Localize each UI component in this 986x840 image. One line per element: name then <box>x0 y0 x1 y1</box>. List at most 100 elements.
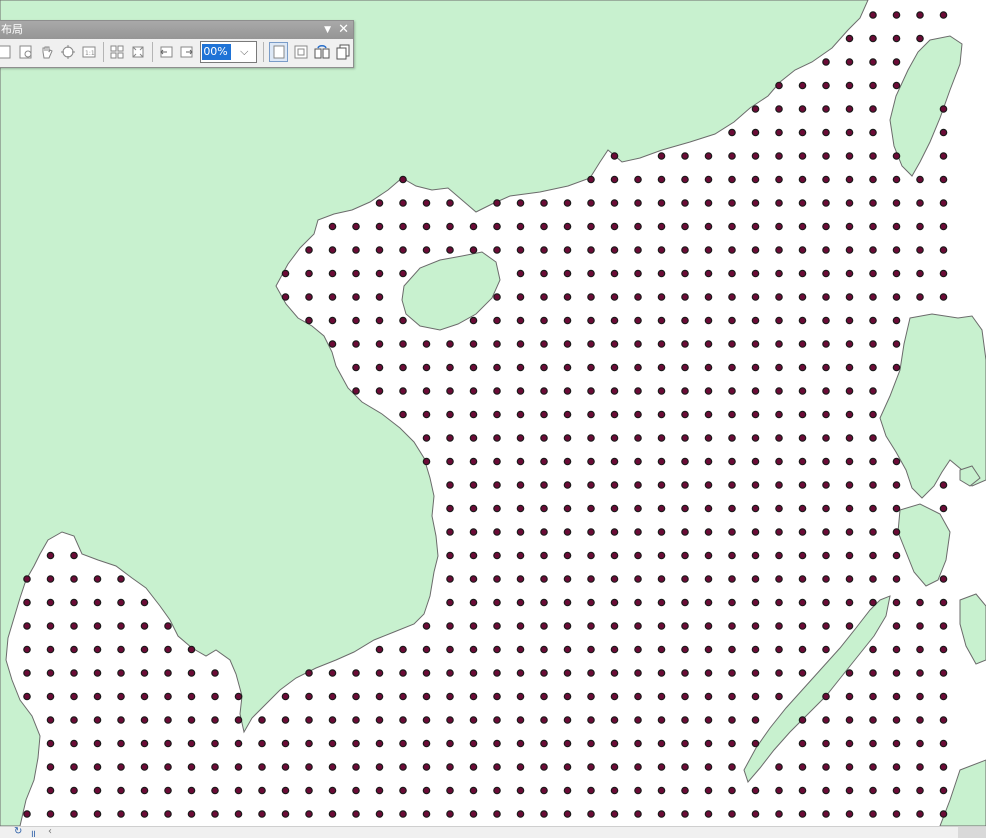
zoom-in-page-icon[interactable] <box>0 43 14 61</box>
sample-point <box>822 363 830 372</box>
sample-point <box>516 340 525 348</box>
sample-point <box>822 58 830 66</box>
sample-point <box>822 175 830 184</box>
toggle-draft-mode-icon[interactable] <box>269 42 289 62</box>
toolbar-titlebar[interactable]: 布局 ▼ ✕ <box>0 21 353 39</box>
sample-point <box>352 669 360 677</box>
sample-point <box>446 434 454 442</box>
full-extent-icon[interactable] <box>60 43 77 61</box>
sample-point <box>540 387 548 395</box>
sample-point <box>704 598 713 607</box>
sample-point <box>704 387 713 395</box>
sample-point <box>493 199 501 207</box>
sample-point <box>610 340 619 348</box>
sample-point <box>822 81 830 90</box>
sample-point <box>234 763 243 771</box>
layout-toolbar[interactable]: 布局 ▼ ✕ 1:1 00% ⌵ <box>0 20 354 68</box>
sample-point <box>140 786 149 795</box>
sample-point <box>657 645 666 654</box>
sample-point <box>798 481 807 489</box>
sample-point <box>798 340 807 348</box>
sample-point <box>234 810 243 818</box>
sample-point <box>751 786 760 795</box>
sample-point <box>798 269 807 278</box>
refresh-icon[interactable]: ↻ <box>14 826 22 837</box>
zoom-out-page-icon[interactable] <box>18 43 35 61</box>
sample-point <box>516 269 525 278</box>
sample-point <box>657 692 666 701</box>
sample-point <box>892 363 901 372</box>
focus-data-frame-icon[interactable] <box>292 43 309 61</box>
sample-point <box>540 481 548 489</box>
sample-point <box>681 457 689 466</box>
close-icon[interactable]: ✕ <box>338 21 349 39</box>
sample-point <box>117 716 125 724</box>
sample-point <box>751 410 760 419</box>
sample-point <box>939 222 948 231</box>
sample-point <box>610 481 619 489</box>
sample-point <box>822 598 830 607</box>
sample-point <box>493 410 501 419</box>
change-layout-icon[interactable] <box>313 43 330 61</box>
pause-icon[interactable]: ॥ <box>30 826 36 840</box>
sample-point <box>540 410 548 419</box>
sample-point <box>869 293 877 301</box>
sample-point <box>563 716 572 724</box>
sample-point <box>446 716 454 724</box>
sample-point <box>446 810 454 818</box>
sample-point <box>23 575 31 583</box>
sample-point <box>46 810 55 818</box>
sample-point <box>798 105 807 113</box>
sample-point <box>305 269 313 278</box>
sample-point <box>46 739 55 748</box>
sample-point <box>540 316 548 325</box>
sample-point <box>634 575 642 583</box>
fixed-zoom-in-icon[interactable] <box>109 43 126 61</box>
sample-point <box>587 410 595 419</box>
chevron-down-icon[interactable]: ⌵ <box>232 45 256 59</box>
previous-extent-icon[interactable] <box>157 43 174 61</box>
sample-point <box>892 810 901 818</box>
triangle-down-icon[interactable]: ▼ <box>324 21 331 39</box>
sample-point <box>610 222 619 231</box>
sample-point <box>634 246 642 254</box>
map-canvas[interactable] <box>0 0 986 826</box>
sample-point <box>563 434 572 442</box>
sample-point <box>681 434 689 442</box>
toolbar-separator <box>263 42 265 62</box>
sample-point <box>258 786 266 795</box>
sample-point <box>610 528 619 536</box>
sample-point <box>587 199 595 207</box>
sample-point <box>610 457 619 466</box>
fixed-zoom-out-icon[interactable] <box>130 43 147 61</box>
zoom-100-icon[interactable]: 1:1 <box>81 43 98 61</box>
sample-point <box>187 739 196 748</box>
sample-point <box>493 716 501 724</box>
sample-point <box>610 504 619 513</box>
sample-point <box>845 293 854 301</box>
sample-point <box>23 598 31 607</box>
sample-point <box>469 810 478 818</box>
sample-point <box>375 293 384 301</box>
sample-point <box>211 786 219 795</box>
sample-point <box>869 363 877 372</box>
sample-point <box>446 528 454 536</box>
sample-point <box>822 293 830 301</box>
next-extent-icon[interactable] <box>178 43 195 61</box>
sample-point <box>446 645 454 654</box>
data-driven-pages-icon[interactable] <box>334 43 351 61</box>
sample-point <box>916 269 924 278</box>
sample-point <box>516 622 525 630</box>
sample-point <box>352 363 360 372</box>
pan-hand-icon[interactable] <box>39 43 56 61</box>
sample-point <box>493 551 501 560</box>
zoom-level-dropdown[interactable]: 00% ⌵ <box>200 41 258 63</box>
sample-point <box>704 528 713 536</box>
sample-point <box>704 481 713 489</box>
sample-point <box>657 504 666 513</box>
sample-point <box>845 504 854 513</box>
sample-point <box>23 692 31 701</box>
sample-point <box>681 175 689 184</box>
sample-point <box>46 575 55 583</box>
zoom-level-value[interactable]: 00% <box>202 44 232 60</box>
